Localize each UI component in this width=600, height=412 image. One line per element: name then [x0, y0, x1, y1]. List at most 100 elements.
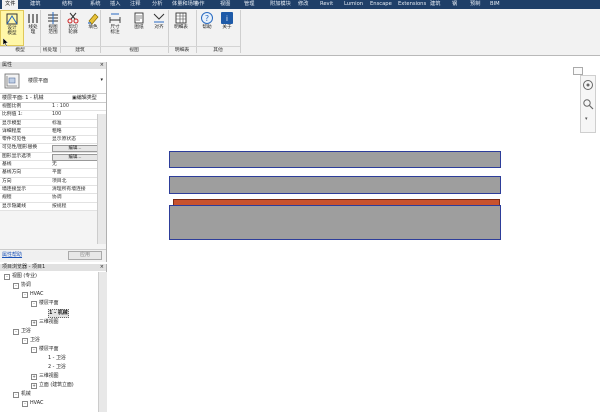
property-row[interactable]: 图形显示选项 编辑...: [0, 152, 106, 162]
view-range-icon: [48, 12, 58, 24]
wall-element[interactable]: [169, 176, 501, 194]
tab-12[interactable]: 修改: [298, 0, 308, 9]
tab-14[interactable]: Lumion: [344, 0, 363, 9]
tab-15[interactable]: Enscape: [370, 0, 392, 9]
tree-expander[interactable]: -: [13, 328, 19, 335]
tree-item[interactable]: HVAC: [30, 400, 43, 407]
zoom-icon[interactable]: [582, 98, 594, 110]
tab-6[interactable]: 分析: [152, 0, 162, 9]
help-tool[interactable]: ? 帮助: [196, 10, 218, 44]
sheet-icon: [134, 12, 144, 24]
close-icon[interactable]: ×: [100, 264, 104, 271]
tab-20[interactable]: BIM: [490, 0, 500, 9]
steering-wheel-icon[interactable]: [582, 79, 594, 91]
chevron-down-icon[interactable]: ▾: [585, 116, 588, 122]
tab-16[interactable]: Extensions: [398, 0, 426, 9]
property-name: 规程: [2, 195, 12, 201]
tree-expander[interactable]: -: [31, 346, 37, 353]
apply-button[interactable]: 应用: [68, 251, 102, 260]
property-row[interactable]: 基线 无: [0, 161, 106, 170]
property-row[interactable]: 墙连接显示 清理所有墙连接: [0, 185, 106, 195]
schedule-tool[interactable]: 明细表: [170, 10, 192, 44]
tab-0[interactable]: 文件: [2, 0, 19, 9]
tab-17[interactable]: 建筑: [430, 0, 440, 9]
tab-11[interactable]: 附加模块: [270, 0, 291, 9]
sheet-tool[interactable]: 图纸: [128, 10, 150, 44]
tree-expander[interactable]: +: [31, 319, 37, 326]
tree-item[interactable]: 立面 (建筑立面): [39, 382, 74, 389]
tree-expander[interactable]: -: [22, 337, 28, 344]
tab-19[interactable]: 预制: [470, 0, 480, 9]
chevron-down-icon[interactable]: ▾: [100, 77, 103, 83]
property-edit-button[interactable]: 编辑...: [52, 153, 98, 161]
property-row[interactable]: 基线方向 平面: [0, 169, 106, 178]
tab-4[interactable]: 插入: [110, 0, 120, 9]
tree-item[interactable]: 三维视图: [39, 319, 59, 326]
dim-tool[interactable]: 尺寸 标注: [104, 10, 126, 44]
tree-expander[interactable]: -: [13, 283, 19, 290]
tree-item[interactable]: 卫浴: [21, 328, 31, 335]
property-row[interactable]: 可见性/图形替换 编辑...: [0, 144, 106, 153]
property-row[interactable]: 详细程度 粗略: [0, 127, 106, 137]
tree-item[interactable]: 2 - 卫浴: [48, 364, 66, 371]
tab-2[interactable]: 结构: [62, 0, 72, 9]
tree-expander[interactable]: -: [31, 301, 37, 308]
tab-5[interactable]: 注释: [130, 0, 140, 9]
edit-type-button[interactable]: ▣编辑类型: [72, 94, 97, 102]
property-name: 基线方向: [2, 170, 22, 176]
tree-item[interactable]: 楼层平面: [39, 300, 59, 307]
linework-icon: [28, 14, 38, 23]
tree-item[interactable]: 1 - 卫浴: [48, 355, 66, 362]
tree-item[interactable]: 视图 (专业): [12, 273, 37, 280]
tree-expander[interactable]: -: [13, 392, 19, 399]
tab-8[interactable]: 协作: [194, 0, 204, 9]
ribbon-panel: 设计 模型 线处理视图 范围 剪切 轮廓 填色 尺寸 标注 图纸 对齐 明细表? 帮助 i 关于 模型 线处理建…: [0, 9, 600, 56]
property-name: 比例值 1:: [2, 112, 23, 118]
tree-item[interactable]: 楼层平面: [39, 346, 59, 353]
tree-expander[interactable]: +: [31, 374, 37, 381]
mouse-cursor-icon: [3, 38, 9, 47]
tree-expander[interactable]: -: [4, 274, 10, 280]
tree-item[interactable]: 机械: [21, 391, 31, 398]
properties-scrollbar[interactable]: [97, 114, 106, 244]
property-row[interactable]: 规程 协调: [0, 194, 106, 203]
tab-13[interactable]: Revit: [320, 0, 333, 9]
tab-1[interactable]: 建筑: [30, 0, 40, 9]
property-row[interactable]: 零件可见性 显示原状态: [0, 136, 106, 145]
tab-10[interactable]: 管理: [244, 0, 254, 9]
tab-18[interactable]: 钢: [452, 0, 457, 9]
properties-help-link[interactable]: 属性帮助: [2, 250, 22, 260]
close-icon[interactable]: ×: [100, 62, 104, 69]
tree-item[interactable]: 三维视图: [39, 373, 59, 380]
tree-expander[interactable]: -: [22, 292, 28, 299]
property-row[interactable]: 方向 项目北: [0, 177, 106, 186]
property-edit-button[interactable]: 编辑...: [52, 145, 98, 153]
browser-scrollbar[interactable]: [98, 272, 107, 412]
tree-item[interactable]: HVAC: [30, 291, 43, 298]
property-row[interactable]: 显示隐藏线 按规程: [0, 202, 106, 211]
property-row[interactable]: 显示模型 标准: [0, 119, 106, 128]
wall-element[interactable]: [169, 151, 501, 168]
drawing-canvas[interactable]: [107, 62, 600, 412]
property-row[interactable]: 视图比例 1 : 100: [0, 103, 106, 112]
about-tool[interactable]: i 关于: [216, 10, 238, 44]
design-icon: [6, 13, 18, 25]
navigation-bar[interactable]: ▾: [580, 75, 596, 133]
properties-table: 视图比例 1 : 100 比例值 1: 100 显示模型 标准 详细程度 粗略 零件可见性 显示原…: [0, 103, 106, 211]
tree-item[interactable]: 1 - 机械: [48, 309, 69, 319]
align-tool[interactable]: 对齐: [148, 10, 170, 44]
tree-expander[interactable]: -: [22, 401, 28, 408]
type-selector[interactable]: 楼层平面 ▾: [0, 69, 106, 94]
property-row[interactable]: 比例值 1: 100: [0, 111, 106, 120]
tree-item[interactable]: 卫浴: [30, 337, 40, 344]
tab-9[interactable]: 视图: [220, 0, 230, 9]
tab-3[interactable]: 系统: [90, 0, 100, 9]
project-browser: 项目浏览器 - 项目1 × - 视图 (专业) - 协调 - HVAC - 楼层平面 1 - 机…: [0, 264, 107, 412]
property-name: 显示模型: [2, 120, 22, 126]
instance-selector[interactable]: 楼层平面: 1 - 机械 ▣编辑类型: [0, 94, 106, 103]
wall-element[interactable]: [169, 205, 501, 240]
tree-expander[interactable]: +: [31, 383, 37, 390]
view-cube-corner[interactable]: [573, 67, 583, 75]
tree-item[interactable]: 协调: [21, 282, 31, 289]
clip-tool[interactable]: 剪切 轮廓: [62, 10, 84, 44]
